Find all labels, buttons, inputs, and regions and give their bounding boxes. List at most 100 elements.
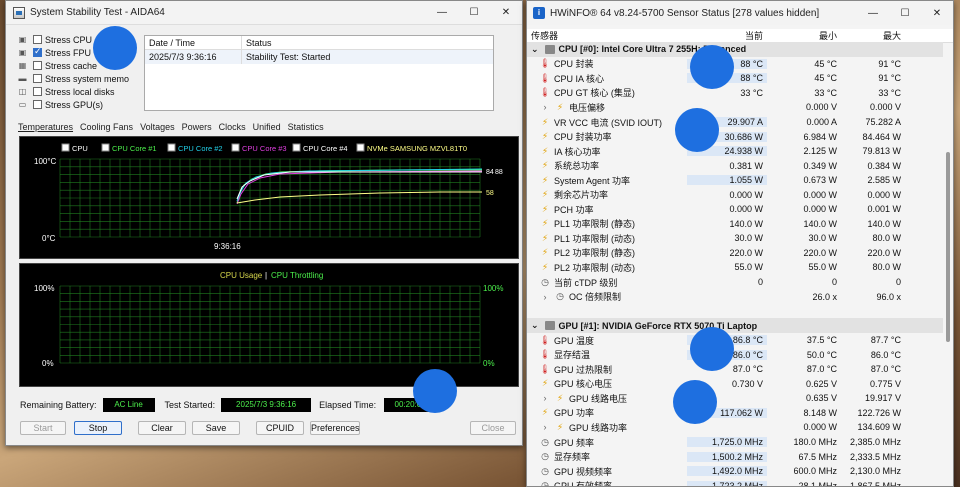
col-sensor[interactable]: 传感器: [527, 29, 697, 42]
sensor-min: 0.000 W: [803, 189, 837, 200]
sensor-row[interactable]: ⚡︎ PL1 功率限制 (静态) 140.0 W 140.0 W 140.0 W: [527, 217, 943, 232]
sensor-row[interactable]: ⚡︎ PL2 功率限制 (静态) 220.0 W 220.0 W 220.0 W: [527, 246, 943, 261]
scrollbar[interactable]: [945, 42, 951, 486]
sensor-group-header[interactable]: ⌄ CPU [#0]: Intel Core Ultra 7 255H: Enha…: [527, 42, 943, 57]
table-row[interactable]: 2025/7/3 9:36:16 Stability Test: Started: [145, 50, 493, 64]
tab-statistics[interactable]: Statistics: [288, 122, 324, 132]
sensor-row[interactable]: ⚡︎ GPU 核心电压 0.730 V 0.625 V 0.775 V: [527, 377, 943, 392]
sensor-row[interactable]: › ◷ OC 倍频限制 26.0 x 96.0 x: [527, 289, 943, 304]
sensor-list: ⌄ CPU [#0]: Intel Core Ultra 7 255H: Enha…: [527, 42, 943, 487]
tab-voltages[interactable]: Voltages: [140, 122, 175, 132]
stress-checkbox[interactable]: [33, 74, 42, 83]
cpuid-button[interactable]: CPUID: [256, 421, 304, 435]
close-icon[interactable]: ✕: [490, 1, 522, 24]
tab-unified[interactable]: Unified: [253, 122, 281, 132]
sensor-row[interactable]: 🌡︎ CPU GT 核心 (集显) 33 °C 33 °C 33 °C: [527, 86, 943, 101]
preferences-button[interactable]: Preferences: [310, 421, 360, 435]
sensor-row[interactable]: ◷ GPU 视频频率 1,492.0 MHz 600.0 MHz 2,130.0 MHz: [527, 464, 943, 479]
expand-chevron-icon[interactable]: ›: [539, 292, 551, 302]
stress-checkbox[interactable]: [33, 100, 42, 109]
sensor-max: 122.726 W: [857, 407, 901, 418]
sensor-row[interactable]: › ⚡︎ 电压偏移 0.000 V 0.000 V: [527, 100, 943, 115]
sensor-row[interactable]: ◷ GPU 有效频率 1,723.2 MHz 28.1 MHz 1,867.5 MHz: [527, 478, 943, 487]
legend-checkbox[interactable]: [356, 143, 365, 152]
sensor-current: 1.055 W: [687, 175, 767, 186]
sensor-name: PL1 功率限制 (动态): [554, 233, 636, 244]
legend-checkbox[interactable]: [231, 143, 240, 152]
tab-powers[interactable]: Powers: [182, 122, 212, 132]
collapse-chevron-icon[interactable]: ⌄: [531, 320, 539, 331]
maximize-icon[interactable]: ☐: [458, 1, 490, 24]
stress-checkbox[interactable]: [33, 35, 42, 44]
clock-icon: ◷: [541, 465, 549, 476]
sensor-row[interactable]: ⚡︎ System Agent 功率 1.055 W 0.673 W 2.585 W: [527, 173, 943, 188]
legend-checkbox[interactable]: [101, 143, 110, 152]
start-button[interactable]: Start: [20, 421, 66, 435]
sensor-min: 0.625 V: [805, 378, 837, 389]
sensor-row[interactable]: ⚡︎ PCH 功率 0.000 W 0.000 W 0.001 W: [527, 202, 943, 217]
sensor-row[interactable]: ⚡︎ GPU 功率 117.062 W 8.148 W 122.726 W: [527, 406, 943, 421]
sensor-min: 0.349 W: [803, 160, 837, 171]
sensor-min: 0.673 W: [803, 175, 837, 186]
clear-button[interactable]: Clear: [138, 421, 186, 435]
sensor-max: 80.0 W: [872, 233, 901, 244]
sensor-current: 1,492.0 MHz: [687, 466, 767, 477]
sensor-row[interactable]: ⚡︎ CPU 封装功率 30.686 W 6.984 W 84.464 W: [527, 129, 943, 144]
col-current[interactable]: 当前: [697, 29, 767, 42]
sensor-row[interactable]: ⚡︎ PL2 功率限制 (动态) 55.0 W 55.0 W 80.0 W: [527, 260, 943, 275]
sensor-row[interactable]: 🌡︎ CPU IA 核心 88 °C 45 °C 91 °C: [527, 71, 943, 86]
sensor-min: 33 °C: [814, 87, 837, 98]
stop-button[interactable]: Stop: [74, 421, 122, 435]
stress-option[interactable]: ◫ Stress local disks: [16, 85, 140, 98]
sensor-row[interactable]: › ⚡︎ GPU 线路功率 0.000 W 134.609 W: [527, 420, 943, 435]
save-button[interactable]: Save: [192, 421, 240, 435]
sensor-name: CPU 封装功率: [554, 132, 612, 143]
stress-option[interactable]: ▬ Stress system memo: [16, 72, 140, 85]
aida-titlebar[interactable]: System Stability Test - AIDA64 — ☐ ✕: [6, 1, 522, 25]
sensor-row[interactable]: 🌡︎ GPU 过热限制 87.0 °C 87.0 °C 87.0 °C: [527, 362, 943, 377]
sensor-row[interactable]: ⚡︎ VR VCC 电流 (SVID IOUT) 29.907 A 0.000 A 75…: [527, 115, 943, 130]
sensor-row[interactable]: ⚡︎ PL1 功率限制 (动态) 30.0 W 30.0 W 80.0 W: [527, 231, 943, 246]
hw-titlebar[interactable]: i HWiNFO® 64 v8.24-5700 Sensor Status [2…: [527, 1, 953, 25]
sensor-min: 6.984 W: [803, 131, 837, 142]
temp-series-core3: [236, 170, 483, 205]
stress-checkbox[interactable]: [33, 87, 42, 96]
minimize-icon[interactable]: —: [426, 1, 458, 24]
sensor-row[interactable]: 🌡︎ CPU 封装 88 °C 45 °C 91 °C: [527, 57, 943, 72]
sensor-group-header[interactable]: ⌄ GPU [#1]: NVIDIA GeForce RTX 5070 Ti La…: [527, 318, 943, 333]
sensor-row[interactable]: ⚡︎ 剩余芯片功率 0.000 W 0.000 W 0.000 W: [527, 187, 943, 202]
stress-checkbox[interactable]: [33, 46, 42, 57]
col-min[interactable]: 最小: [767, 29, 841, 42]
tab-clocks[interactable]: Clocks: [219, 122, 246, 132]
sensor-row[interactable]: 🌡︎ GPU 温度 86.8 °C 37.5 °C 87.7 °C: [527, 333, 943, 348]
sensor-name: GPU 过热限制: [554, 364, 613, 375]
thermometer-icon: 🌡︎: [539, 349, 551, 360]
sensor-row[interactable]: 🌡︎ 显存结温 86.0 °C 50.0 °C 86.0 °C: [527, 347, 943, 362]
sensor-row[interactable]: ⚡︎ IA 核心功率 24.938 W 2.125 W 79.813 W: [527, 144, 943, 159]
tab-temperatures[interactable]: Temperatures: [18, 122, 73, 132]
stress-checkbox[interactable]: [33, 61, 42, 70]
minimize-icon[interactable]: —: [857, 1, 889, 25]
stress-option[interactable]: ▭ Stress GPU(s): [16, 98, 140, 111]
expand-chevron-icon[interactable]: ›: [539, 102, 551, 112]
sensor-row[interactable]: ◷ GPU 频率 1,725.0 MHz 180.0 MHz 2,385.0 MHz: [527, 435, 943, 450]
expand-chevron-icon[interactable]: ›: [539, 422, 551, 432]
legend-checkbox[interactable]: [167, 143, 176, 152]
tab-cooling-fans[interactable]: Cooling Fans: [80, 122, 133, 132]
expand-chevron-icon[interactable]: ›: [539, 393, 551, 403]
scroll-thumb[interactable]: [946, 152, 950, 342]
sensor-name: GPU 有效频率: [554, 481, 613, 487]
col-max[interactable]: 最大: [841, 29, 905, 42]
sensor-row[interactable]: ◷ 显存频率 1,500.2 MHz 67.5 MHz 2,333.5 MHz: [527, 449, 943, 464]
sensor-row[interactable]: ⚡︎ 系统总功率 0.381 W 0.349 W 0.384 W: [527, 158, 943, 173]
close-icon[interactable]: ✕: [921, 1, 953, 25]
maximize-icon[interactable]: ☐: [889, 1, 921, 25]
sensor-group-title: GPU [#1]: NVIDIA GeForce RTX 5070 Ti Lap…: [558, 320, 758, 331]
legend-checkbox[interactable]: [292, 143, 301, 152]
sensor-row[interactable]: › ⚡︎ GPU 线路电压 0.635 V 19.917 V: [527, 391, 943, 406]
close-button[interactable]: Close: [470, 421, 516, 435]
collapse-chevron-icon[interactable]: ⌄: [531, 44, 539, 55]
legend-checkbox[interactable]: [61, 143, 70, 152]
sensor-row[interactable]: ◷ 当前 cTDP 级别 0 0 0: [527, 275, 943, 290]
sensor-current: 220.0 W: [729, 247, 763, 258]
